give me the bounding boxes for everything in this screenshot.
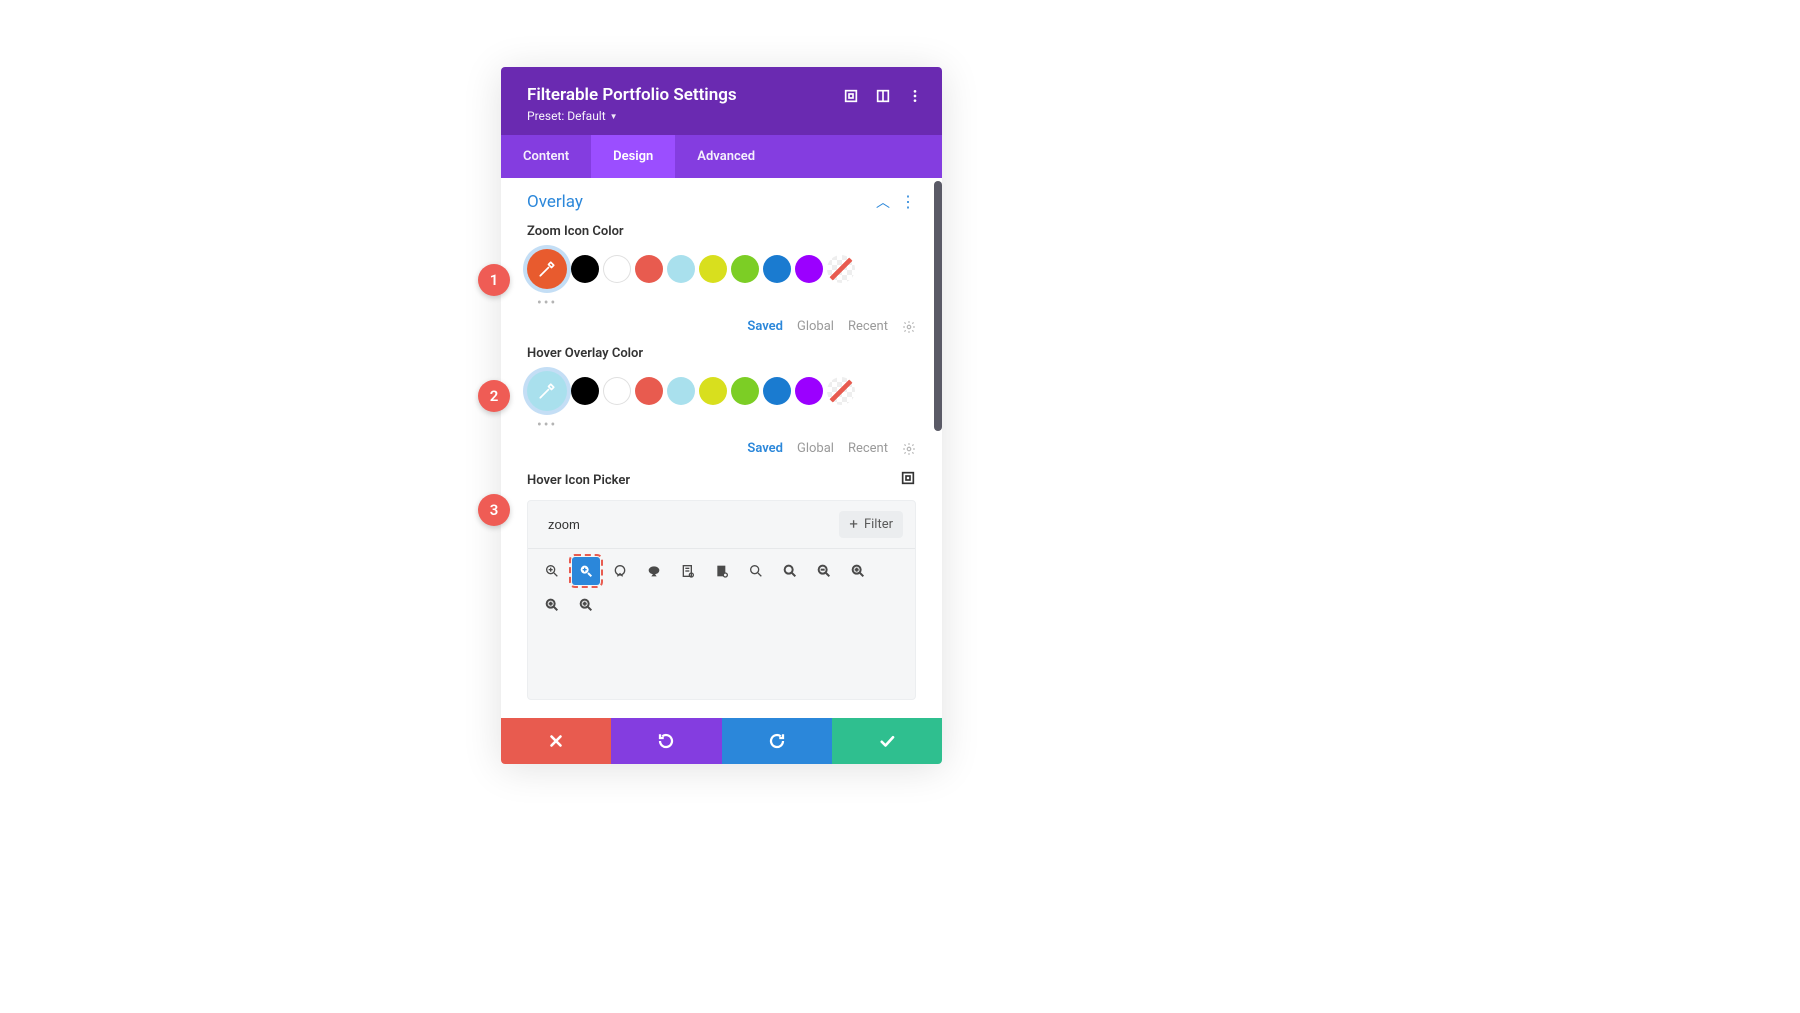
color-swatch[interactable] [635,255,663,283]
plus-icon: + [849,517,858,532]
redo-button[interactable] [722,718,832,764]
icon-option[interactable] [708,557,736,585]
caret-down-icon: ▼ [610,112,618,121]
expand-icon[interactable] [900,470,916,490]
expand-icon[interactable] [842,87,860,105]
icon-option[interactable] [538,591,566,619]
icon-option[interactable] [572,591,600,619]
icon-picker: + Filter [527,500,916,700]
tab-bar: Content Design Advanced [501,135,942,178]
filter-button[interactable]: + Filter [839,511,903,538]
color-swatch[interactable] [699,377,727,405]
icon-option[interactable] [742,557,770,585]
icon-option-selected[interactable] [572,557,600,585]
close-icon [547,732,565,750]
link-global[interactable]: Global [797,441,834,456]
header-icon-bar [842,87,924,105]
scrollbar-thumb[interactable] [934,181,942,431]
color-swatch[interactable] [635,377,663,405]
icon-option[interactable] [674,557,702,585]
undo-button[interactable] [611,718,721,764]
color-none-swatch[interactable] [827,255,855,283]
tab-advanced[interactable]: Advanced [675,135,777,178]
color-none-swatch[interactable] [827,377,855,405]
color-swatch[interactable] [571,255,599,283]
more-dots-icon[interactable]: ••• [537,295,916,311]
settings-panel: Filterable Portfolio Settings Preset: De… [501,67,942,764]
label-hover-overlay-color: Hover Overlay Color [527,346,916,361]
panel-footer [501,718,942,764]
section-title: Overlay [527,192,583,212]
color-swatch[interactable] [763,255,791,283]
color-swatch[interactable] [603,377,631,405]
section-actions: ︿ ⋮ [876,192,916,212]
icon-option[interactable] [538,557,566,585]
gear-icon[interactable] [902,442,916,456]
chevron-up-icon[interactable]: ︿ [876,192,890,212]
color-swatch[interactable] [603,255,631,283]
icon-option[interactable] [844,557,872,585]
color-row-zoom [527,249,916,289]
color-swatch[interactable] [731,255,759,283]
more-icon[interactable] [906,87,924,105]
section-header-overlay[interactable]: Overlay ︿ ⋮ [527,192,916,212]
color-swatch[interactable] [667,377,695,405]
annotation-badge-2: 2 [478,380,510,412]
annotation-badge-3: 3 [478,494,510,526]
color-preset-links: Saved Global Recent [527,319,916,334]
link-saved[interactable]: Saved [747,319,783,334]
eyedropper-icon [538,260,556,278]
save-button[interactable] [832,718,942,764]
link-global[interactable]: Global [797,319,834,334]
color-swatch[interactable] [571,377,599,405]
color-swatch[interactable] [795,377,823,405]
preset-dropdown[interactable]: Preset: Default ▼ [527,109,922,123]
icon-search-input[interactable] [540,511,831,538]
color-swatch[interactable] [795,255,823,283]
color-preset-links: Saved Global Recent [527,441,916,456]
link-recent[interactable]: Recent [848,319,888,334]
color-custom-swatch[interactable] [527,371,567,411]
eyedropper-icon [538,382,556,400]
color-swatch[interactable] [731,377,759,405]
check-icon [878,732,896,750]
annotation-badge-1: 1 [478,264,510,296]
icon-picker-toolbar: + Filter [528,501,915,549]
filter-label: Filter [864,517,893,532]
section-more-icon[interactable]: ⋮ [900,194,916,210]
link-recent[interactable]: Recent [848,441,888,456]
color-row-hover [527,371,916,411]
link-saved[interactable]: Saved [747,441,783,456]
icon-option[interactable] [606,557,634,585]
redo-icon [768,732,786,750]
icon-option[interactable] [810,557,838,585]
color-custom-swatch[interactable] [527,249,567,289]
tab-design[interactable]: Design [591,135,675,178]
icon-option[interactable] [640,557,668,585]
color-swatch[interactable] [763,377,791,405]
panel-body: Overlay ︿ ⋮ Zoom Icon Color ••• Saved [501,178,942,718]
columns-icon[interactable] [874,87,892,105]
more-dots-icon[interactable]: ••• [537,417,916,433]
preset-label: Preset: Default [527,109,606,123]
icon-option[interactable] [776,557,804,585]
label-hover-icon-picker: Hover Icon Picker [527,473,630,488]
gear-icon[interactable] [902,320,916,334]
color-swatch[interactable] [699,255,727,283]
color-swatch[interactable] [667,255,695,283]
cancel-button[interactable] [501,718,611,764]
panel-header: Filterable Portfolio Settings Preset: De… [501,67,942,135]
undo-icon [657,732,675,750]
icon-picker-header: Hover Icon Picker [527,470,916,490]
tab-content[interactable]: Content [501,135,591,178]
icon-grid [528,549,915,627]
label-zoom-icon-color: Zoom Icon Color [527,224,916,239]
